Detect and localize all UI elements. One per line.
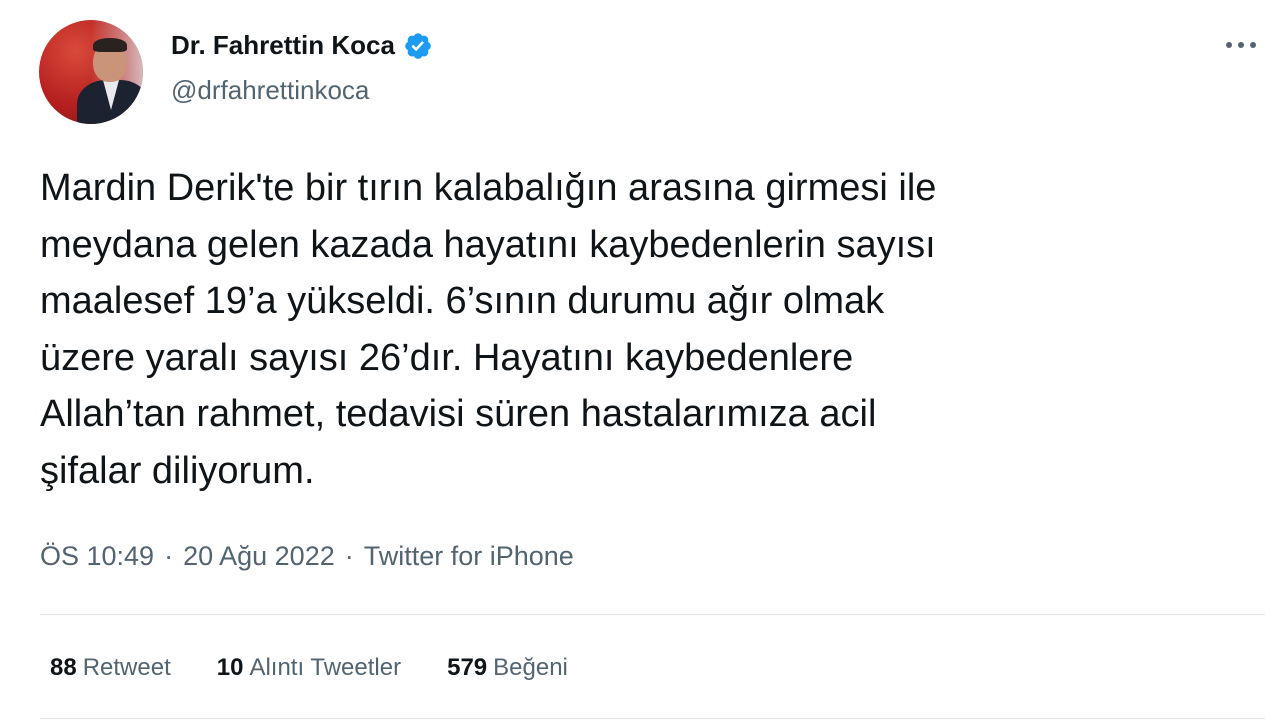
- verified-badge-icon: [405, 32, 431, 59]
- meta-separator: ·: [164, 541, 174, 571]
- quote-label: Alıntı Tweetler: [249, 654, 402, 681]
- tweet-stats: 88 Retweet 10 Alıntı Tweetler 579 Beğeni: [50, 654, 614, 682]
- more-options-icon[interactable]: [1226, 42, 1256, 48]
- tweet-text-line: Allah’tan rahmet, tedavisi süren hastala…: [40, 393, 877, 435]
- like-label: Beğeni: [493, 654, 568, 681]
- tweet-text-line: Mardin Derik'te bir tırın kalabalığın ar…: [40, 167, 937, 209]
- divider: [40, 718, 1265, 719]
- divider: [40, 614, 1265, 615]
- tweet-text-line: maalesef 19’a yükseldi. 6’sının durumu a…: [40, 280, 885, 322]
- retweet-stat[interactable]: 88 Retweet: [50, 654, 171, 682]
- quote-count: 10: [216, 654, 244, 681]
- quote-stat[interactable]: 10 Alıntı Tweetler: [217, 654, 401, 682]
- tweet-meta: ÖS 10:49 · 20 Ağu 2022 · Twitter for iPh…: [40, 541, 574, 572]
- like-count: 579: [447, 654, 488, 681]
- tweet-source[interactable]: Twitter for iPhone: [364, 541, 574, 572]
- tweet-card: Dr. Fahrettin Koca @drfahrettinkoca Mard…: [0, 0, 1280, 720]
- tweet-text-line: üzere yaralı sayısı 26’dır. Hayatını kay…: [40, 336, 854, 379]
- meta-separator: ·: [344, 541, 354, 571]
- tweet-time[interactable]: ÖS 10:49: [40, 541, 154, 572]
- author-name[interactable]: Dr. Fahrettin Koca: [171, 30, 395, 61]
- like-stat[interactable]: 579 Beğeni: [447, 654, 568, 682]
- tweet-text-line: meydana gelen kazada hayatını kaybedenle…: [40, 223, 936, 266]
- avatar[interactable]: [39, 20, 143, 124]
- retweet-count: 88: [50, 654, 77, 681]
- tweet-text-line: şifalar diliyorum.: [40, 449, 315, 492]
- author-name-row: Dr. Fahrettin Koca: [171, 30, 433, 61]
- tweet-date[interactable]: 20 Ağu 2022: [183, 541, 335, 572]
- retweet-label: Retweet: [82, 654, 171, 681]
- author-handle[interactable]: @drfahrettinkoca: [171, 75, 369, 106]
- more-dot: [1226, 42, 1232, 48]
- more-dot: [1250, 42, 1256, 48]
- more-dot: [1238, 42, 1244, 48]
- avatar-hair: [93, 38, 127, 52]
- tweet-text: Mardin Derik'te bir tırın kalabalığın ar…: [40, 160, 1240, 499]
